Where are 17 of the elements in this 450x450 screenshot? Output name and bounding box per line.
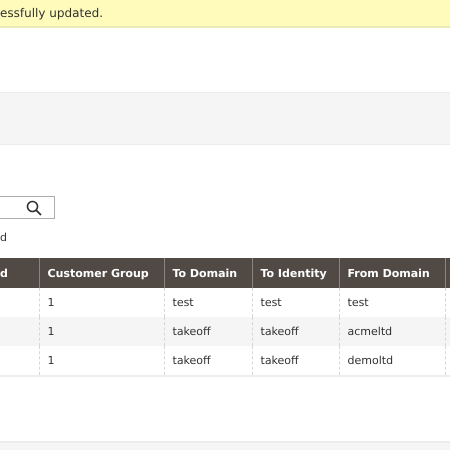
message-text: essfully updated. <box>0 6 104 20</box>
records-found-text: d <box>0 231 7 244</box>
column-header[interactable]: To Domain <box>164 258 252 288</box>
table-cell: takeoff <box>252 317 339 346</box>
table-cell: acmeltd <box>339 317 445 346</box>
table-cell: takeoff <box>164 346 252 376</box>
column-header[interactable]: Customer Group <box>39 258 164 288</box>
search-field[interactable] <box>0 196 55 219</box>
table-cell: 1 <box>39 317 164 346</box>
column-header[interactable]: To Identity <box>252 258 339 288</box>
search-icon[interactable] <box>26 200 42 216</box>
table-cell: 1 <box>39 346 164 376</box>
table-cell: takeoff <box>164 317 252 346</box>
table-cell: demoltd <box>339 346 445 376</box>
column-header[interactable]: From Domain <box>339 258 445 288</box>
column-header[interactable]: d <box>0 258 39 288</box>
table-cell: takeoff <box>252 346 339 376</box>
